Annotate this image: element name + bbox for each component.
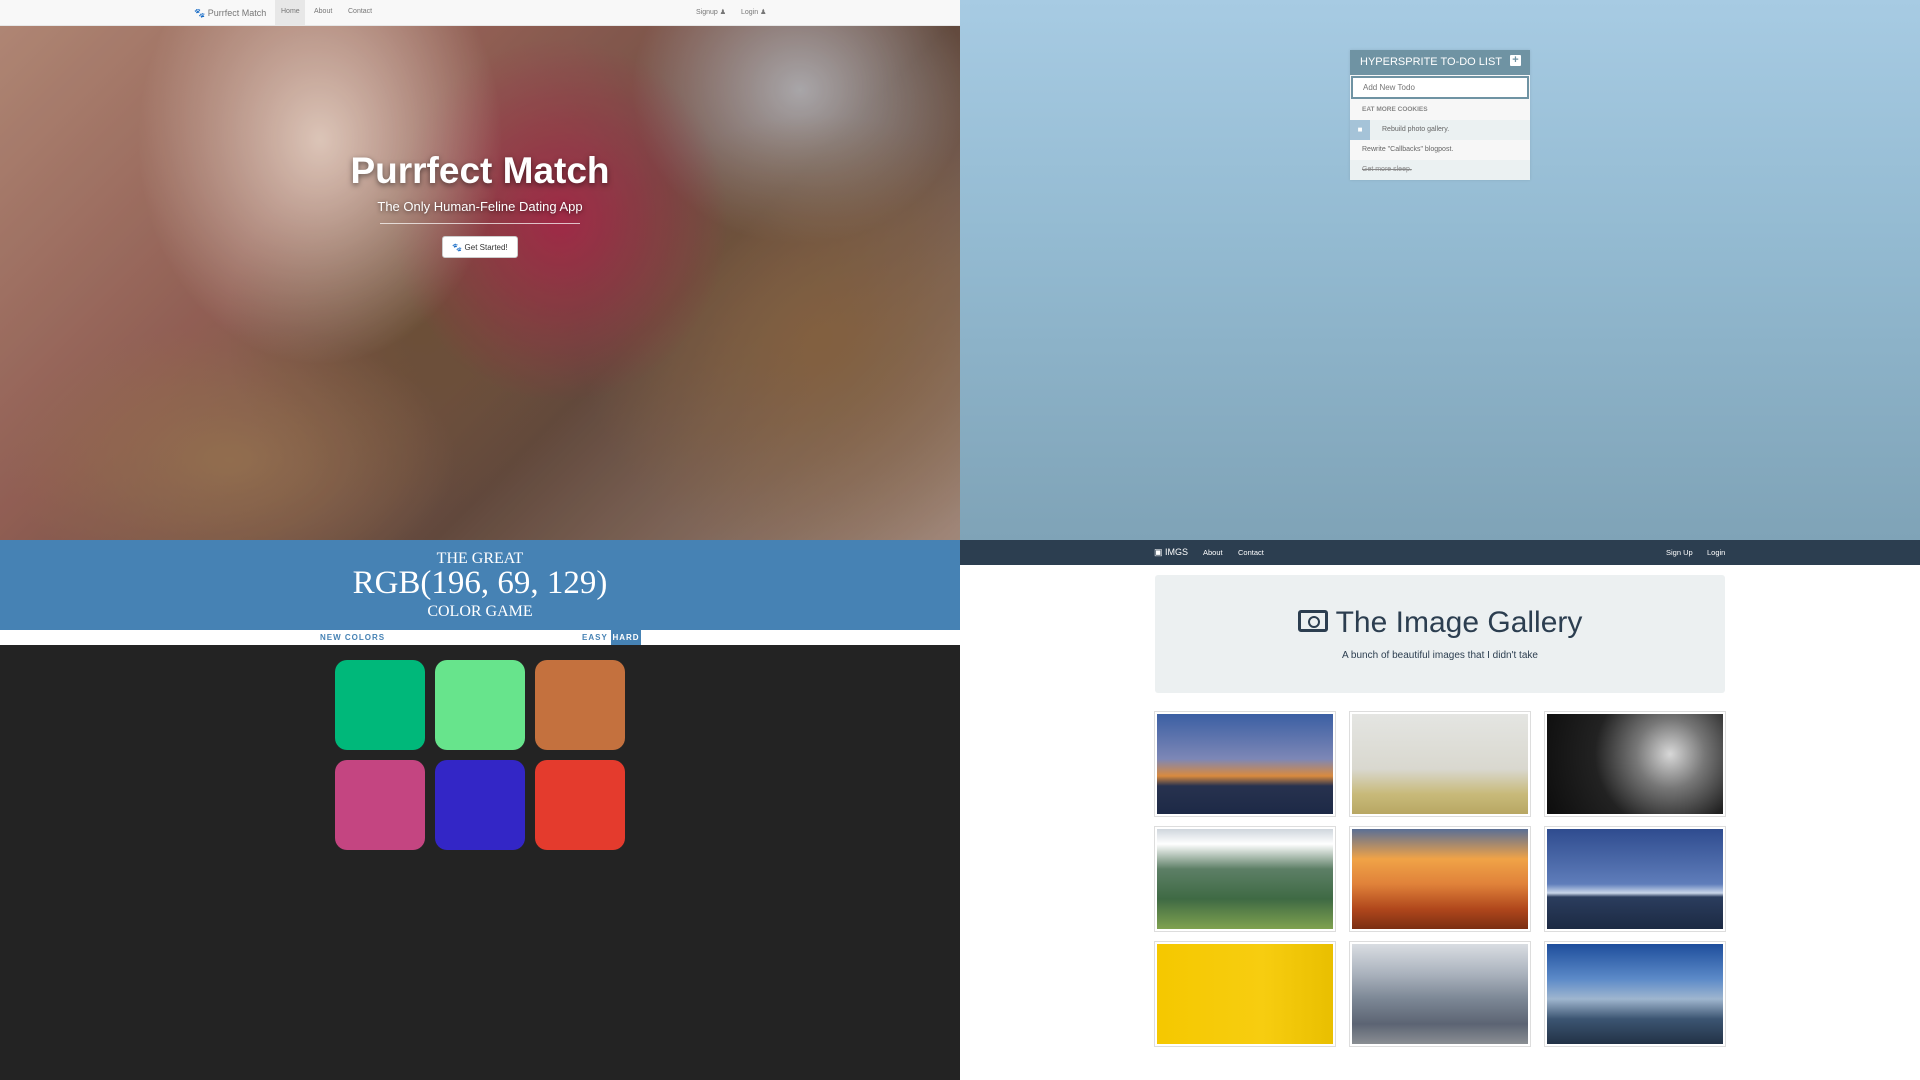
color-square[interactable] <box>535 660 625 750</box>
trash-icon[interactable]: ■ <box>1350 120 1370 140</box>
todo-card: HYPERSPRITE TO-DO LIST + EAT MORE COOKIE… <box>1350 50 1530 180</box>
user-plus-icon: ♟ <box>719 9 727 16</box>
todo-title: HYPERSPRITE TO-DO LIST <box>1360 56 1503 68</box>
gallery-subtitle: A bunch of beautiful images that I didn'… <box>1342 650 1538 661</box>
gallery-title-label: The Image Gallery <box>1335 606 1583 639</box>
hero-title: Purrfect Match <box>350 150 610 191</box>
thumbnail-mountain-meadow[interactable] <box>1155 827 1335 931</box>
todo-item-label: Rebuild photo gallery. <box>1382 126 1450 133</box>
game-controls: NEW COLORS EASY HARD <box>0 630 960 645</box>
nav-signup[interactable]: Signup ♟ <box>696 8 726 16</box>
color-game-header: THE GREAT RGB(196, 69, 129) COLOR GAME <box>0 540 960 630</box>
thumbnail-spiral-architecture[interactable] <box>1545 712 1725 816</box>
thumbnail-city-skyline[interactable] <box>1350 942 1530 1046</box>
color-square[interactable] <box>435 660 525 750</box>
rgb-display: RGB(196, 69, 129) <box>352 565 608 601</box>
plus-icon[interactable]: + <box>1510 55 1521 66</box>
purrfect-match-page: 🐾 Purrfect Match Home About Contact Sign… <box>0 0 960 540</box>
nav-login-label: Login <box>741 9 759 16</box>
new-colors-button[interactable]: NEW COLORS <box>320 633 385 642</box>
nav-login[interactable]: Login ♟ <box>741 8 766 16</box>
picture-icon: ▣ <box>1154 547 1163 557</box>
gallery-brand[interactable]: ▣ IMGS <box>1154 547 1188 558</box>
thumbnail-ocean-horizon[interactable] <box>1545 827 1725 931</box>
todo-item[interactable]: ■ Rebuild photo gallery. <box>1350 120 1530 140</box>
paw-icon: 🐾 <box>452 243 463 252</box>
header-line-color-game: COLOR GAME <box>427 603 533 620</box>
color-square[interactable] <box>535 760 625 850</box>
gallery-navbar: ▣ IMGS About Contact Sign Up Login <box>960 540 1920 565</box>
image-gallery-page: ▣ IMGS About Contact Sign Up Login The I… <box>960 540 1920 1080</box>
thumbnail-sunset-clouds[interactable] <box>1350 827 1530 931</box>
user-icon: ♟ <box>760 9 767 16</box>
nav-signup[interactable]: Sign Up <box>1666 548 1693 557</box>
purrfect-brand[interactable]: 🐾 Purrfect Match <box>194 8 266 19</box>
color-game-page: THE GREAT RGB(196, 69, 129) COLOR GAME N… <box>0 540 960 1080</box>
gallery-title: The Image Gallery <box>1155 606 1725 640</box>
get-started-label: Get Started! <box>464 243 508 252</box>
hero-overlay <box>0 0 960 540</box>
camera-icon <box>1297 610 1328 633</box>
color-square[interactable] <box>335 660 425 750</box>
nav-about[interactable]: About <box>1203 548 1223 557</box>
nav-about[interactable]: About <box>314 8 332 15</box>
todo-header: HYPERSPRITE TO-DO LIST + <box>1350 50 1530 75</box>
todo-item[interactable]: EAT MORE COOKIES <box>1350 100 1530 120</box>
hard-mode-button[interactable]: HARD <box>611 630 641 645</box>
gallery-jumbotron: The Image Gallery A bunch of beautiful i… <box>1155 575 1725 693</box>
todo-item-completed[interactable]: Get more sleep. <box>1350 160 1530 180</box>
new-todo-input[interactable] <box>1351 76 1529 99</box>
purrfect-navbar: 🐾 Purrfect Match Home About Contact Sign… <box>0 0 960 26</box>
color-square[interactable] <box>335 760 425 850</box>
thumbnail-foggy-field[interactable] <box>1350 712 1530 816</box>
nav-contact[interactable]: Contact <box>1238 548 1264 557</box>
todo-list-page: HYPERSPRITE TO-DO LIST + EAT MORE COOKIE… <box>960 0 1920 540</box>
nav-login[interactable]: Login <box>1707 548 1725 557</box>
todo-item[interactable]: Rewrite "Callbacks" blogpost. <box>1350 140 1530 160</box>
gallery-brand-label: IMGS <box>1165 547 1189 557</box>
thumbnail-mountain-valley[interactable] <box>1545 942 1725 1046</box>
get-started-button[interactable]: 🐾 Get Started! <box>442 236 518 258</box>
thumbnail-yellow-wall[interactable] <box>1155 942 1335 1046</box>
paw-icon: 🐾 <box>194 8 206 18</box>
purrfect-brand-label: Purrfect Match <box>207 8 267 18</box>
nav-signup-label: Signup <box>696 9 718 16</box>
hero-divider <box>380 223 580 224</box>
thumbnail-golden-gate-bridge[interactable] <box>1155 712 1335 816</box>
hero-subtitle: The Only Human-Feline Dating App <box>377 199 583 214</box>
nav-home[interactable]: Home <box>281 8 300 15</box>
easy-mode-button[interactable]: EASY <box>582 633 608 642</box>
color-square[interactable] <box>435 760 525 850</box>
nav-contact[interactable]: Contact <box>348 8 372 15</box>
